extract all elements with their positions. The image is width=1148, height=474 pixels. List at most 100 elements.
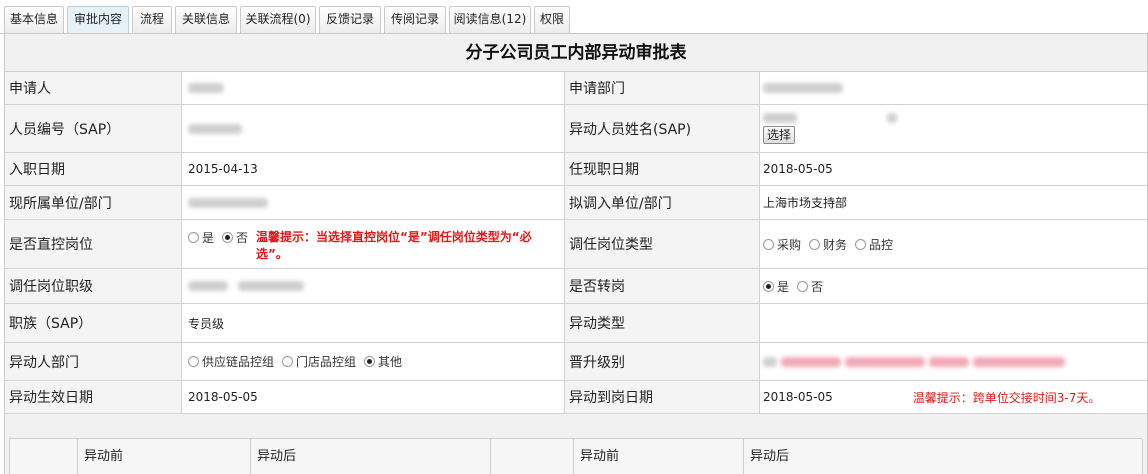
radio-circle-icon <box>809 238 821 250</box>
radio-label: 是 <box>202 231 215 245</box>
label-emp-no: 人员编号（SAP） <box>5 105 182 152</box>
label-move-dept: 异动人部门 <box>5 343 182 380</box>
current-unit-value <box>182 186 564 219</box>
blurred-text <box>781 356 841 367</box>
radio-circle-icon <box>855 238 867 250</box>
label-applicant: 申请人 <box>5 72 182 104</box>
label-move-type: 异动类型 <box>564 304 760 342</box>
target-unit-value: 上海市场支持部 <box>763 196 848 210</box>
radio-label: 否 <box>811 279 824 294</box>
radio-direct-ctrl-no[interactable]: 否 <box>222 229 248 246</box>
tab-related-flow[interactable]: 关联流程(0) <box>240 6 316 33</box>
tab-basic-info[interactable]: 基本信息 <box>4 6 64 33</box>
row-post-level: 调任岗位职级 是否转岗 是 否 <box>5 269 1147 304</box>
radio-label: 品控 <box>869 237 894 252</box>
row-emp-no: 人员编号（SAP） 异动人员姓名(SAP) 选择 <box>5 105 1147 153</box>
radio-circle-icon <box>364 356 376 367</box>
post-level-value <box>182 269 564 303</box>
blurred-text <box>973 356 1065 367</box>
radio-transfer-no[interactable]: 否 <box>797 278 823 295</box>
tab-approval-content[interactable]: 审批内容 <box>67 6 129 34</box>
row-hire-date: 入职日期 2015-04-13 任现职日期 2018-05-05 <box>5 153 1147 186</box>
radio-store-qc[interactable]: 门店品控组 <box>282 353 356 370</box>
radio-circle-icon <box>797 280 809 292</box>
row-dates: 异动生效日期 2018-05-05 异动到岗日期 2018-05-05 温馨提示… <box>5 381 1147 414</box>
blurred-text <box>845 356 925 367</box>
blurred-text <box>763 356 777 367</box>
tab-related-info[interactable]: 关联信息 <box>175 6 237 33</box>
transfer-value: 是 否 <box>760 269 1147 303</box>
change-compare-section: 异动前 异动后 异动前 异动后 <box>5 414 1147 474</box>
tab-permission[interactable]: 权限 <box>534 6 570 33</box>
tab-flow[interactable]: 流程 <box>132 6 172 33</box>
direct-ctrl-tip: 温馨提示：当选择直控岗位“是”调任岗位类型为“必选”。 <box>256 230 532 261</box>
apply-dept-value <box>760 72 1147 104</box>
approval-form: 分子公司员工内部异动审批表 申请人 申请部门 人员编号（SAP） 异动人员姓名(… <box>4 34 1148 474</box>
blurred-text <box>188 123 242 134</box>
label-post-level: 调任岗位职级 <box>5 269 182 303</box>
radio-label: 是 <box>777 279 790 294</box>
arrival-date-text: 2018-05-05 <box>763 390 833 404</box>
label-effective-date: 异动生效日期 <box>5 381 182 413</box>
radio-direct-ctrl-yes[interactable]: 是 <box>188 229 214 246</box>
direct-ctrl-value: 是 否 温馨提示：当选择直控岗位“是”调任岗位类型为“必选”。 <box>182 220 564 268</box>
label-post-type: 调任岗位类型 <box>564 220 760 268</box>
radio-label: 财务 <box>823 237 848 252</box>
tab-feedback[interactable]: 反馈记录 <box>319 6 381 33</box>
label-direct-ctrl: 是否直控岗位 <box>5 220 182 268</box>
blurred-text <box>188 83 224 93</box>
effective-date-value: 2018-05-05 <box>188 390 258 404</box>
radio-label: 采购 <box>777 237 802 252</box>
hire-date-value: 2015-04-13 <box>188 162 258 176</box>
label-current-post-date: 任现职日期 <box>564 153 760 185</box>
radio-label: 供应链品控组 <box>202 355 275 369</box>
subtable-header-before: 异动前 <box>78 439 251 474</box>
blurred-text <box>887 113 897 123</box>
arrival-date-value: 2018-05-05 温馨提示：跨单位交接时间3-7天。 <box>760 381 1147 413</box>
subtable-header-after: 异动后 <box>251 439 491 474</box>
blurred-text <box>763 83 843 93</box>
radio-label: 否 <box>236 231 249 245</box>
row-move-dept: 异动人部门 供应链品控组 门店品控组 其他 晋升级别 <box>5 343 1147 381</box>
blurred-text <box>238 281 304 291</box>
subtable-header-before: 异动前 <box>574 439 744 474</box>
moved-name-value: 选择 <box>760 105 1147 152</box>
radio-circle-icon <box>222 232 234 243</box>
radio-supply-chain-qc[interactable]: 供应链品控组 <box>188 353 274 370</box>
promote-level-value <box>760 343 1147 380</box>
radio-post-type-finance[interactable]: 财务 <box>809 236 847 253</box>
radio-circle-icon <box>188 356 199 367</box>
tab-bar: 基本信息 审批内容 流程 关联信息 关联流程(0) 反馈记录 传阅记录 阅读信息… <box>0 0 1148 34</box>
subtable-header-after: 异动后 <box>744 439 1143 474</box>
radio-circle-icon <box>763 238 774 250</box>
post-type-value: 采购 财务 品控 <box>760 220 1147 268</box>
radio-post-type-purchase[interactable]: 采购 <box>763 236 801 253</box>
row-unit: 现所属单位/部门 拟调入单位/部门 上海市场支持部 <box>5 186 1147 220</box>
radio-label: 门店品控组 <box>296 355 357 369</box>
move-dept-value: 供应链品控组 门店品控组 其他 <box>182 343 564 380</box>
blurred-text <box>929 356 969 367</box>
radio-other[interactable]: 其他 <box>364 353 402 370</box>
form-title: 分子公司员工内部异动审批表 <box>5 34 1147 72</box>
select-person-button[interactable]: 选择 <box>763 126 796 144</box>
blurred-text <box>188 197 268 208</box>
subtable-header-blank <box>491 439 574 474</box>
tab-circulation[interactable]: 传阅记录 <box>384 6 446 33</box>
tab-read-info[interactable]: 阅读信息(12) <box>449 6 531 33</box>
arrival-tip: 温馨提示：跨单位交接时间3-7天。 <box>912 390 1101 405</box>
label-transfer: 是否转岗 <box>564 269 760 303</box>
radio-transfer-yes[interactable]: 是 <box>763 278 789 295</box>
move-type-value <box>760 304 1147 342</box>
radio-circle-icon <box>188 232 199 243</box>
job-family-value: 专员级 <box>188 316 225 331</box>
label-arrival-date: 异动到岗日期 <box>564 381 760 413</box>
subtable-header-blank <box>10 439 78 474</box>
label-job-family: 职族（SAP） <box>5 304 182 342</box>
label-promote-level: 晋升级别 <box>564 343 760 380</box>
label-apply-dept: 申请部门 <box>564 72 760 104</box>
label-current-unit: 现所属单位/部门 <box>5 186 182 219</box>
current-post-date-value: 2018-05-05 <box>763 162 833 176</box>
radio-label: 其他 <box>378 355 403 369</box>
radio-post-type-qc[interactable]: 品控 <box>855 236 893 253</box>
radio-circle-icon <box>763 280 774 292</box>
